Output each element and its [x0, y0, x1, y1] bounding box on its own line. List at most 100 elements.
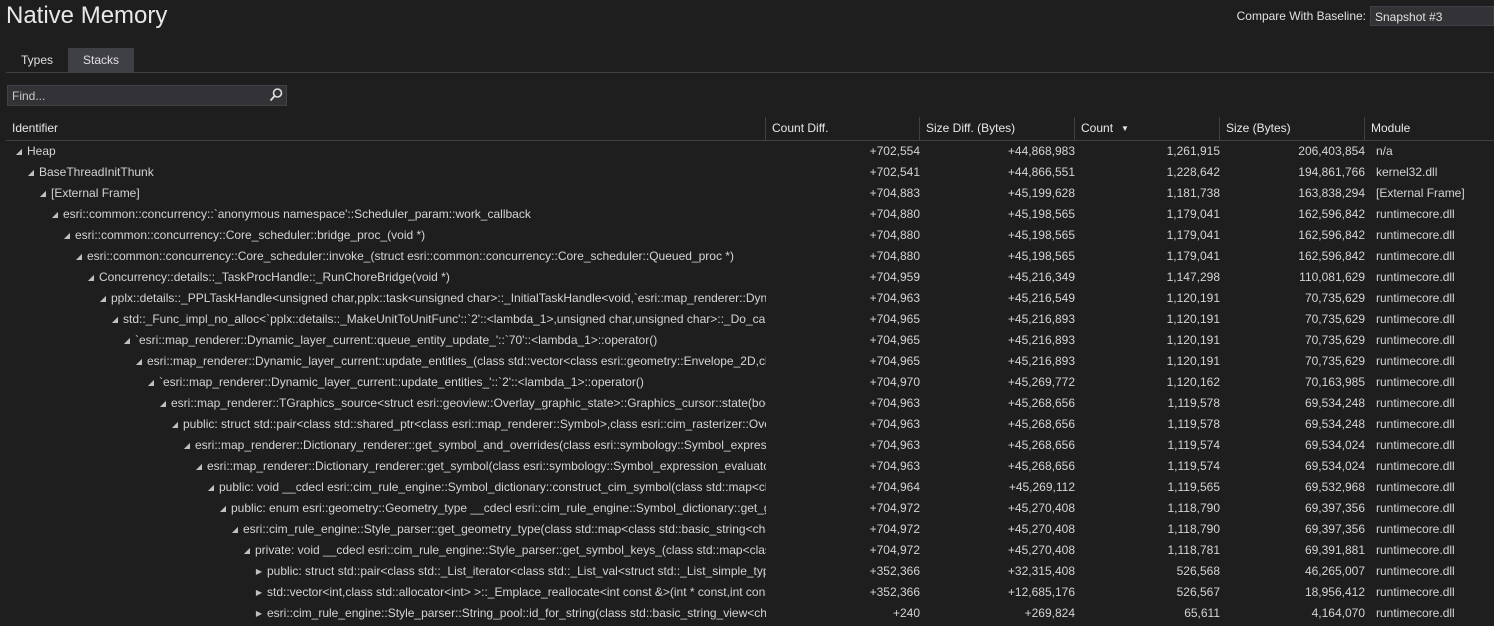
- search-icon[interactable]: [268, 87, 284, 103]
- count-diff-cell: +702,554: [869, 144, 920, 158]
- tab-divider: [6, 72, 1494, 73]
- column-size[interactable]: Size (Bytes): [1220, 117, 1365, 140]
- count-cell: 1,120,191: [1166, 333, 1220, 347]
- column-module[interactable]: Module: [1365, 117, 1494, 140]
- table-row[interactable]: ◢ esri::map_renderer::Dynamic_layer_curre…: [6, 351, 1494, 372]
- identifier-text: private: void __cdecl esri::cim_rule_eng…: [255, 543, 766, 557]
- collapsed-triangle-icon[interactable]: ▶: [253, 603, 265, 624]
- expanded-triangle-icon[interactable]: ◢: [61, 225, 73, 246]
- tab-types[interactable]: Types: [6, 48, 68, 72]
- table-row[interactable]: ▶ std::vector<int,class std::allocator<in…: [6, 582, 1494, 603]
- size-diff-cell: +44,868,983: [1007, 144, 1075, 158]
- count-cell: 65,611: [1184, 606, 1220, 620]
- identifier-text: BaseThreadInitThunk: [39, 165, 154, 179]
- expanded-triangle-icon[interactable]: ◢: [193, 456, 205, 477]
- table-row[interactable]: ◢ public: enum esri::geometry::Geometry_t…: [6, 498, 1494, 519]
- table-row[interactable]: ◢ esri::map_renderer::Dictionary_renderer…: [6, 435, 1494, 456]
- identifier-cell: ◢ esri::map_renderer::TGraphics_source<st…: [6, 393, 766, 414]
- table-row[interactable]: ◢ std::_Func_impl_no_alloc<`pplx::details…: [6, 309, 1494, 330]
- module-cell: runtimecore.dll: [1376, 606, 1455, 620]
- table-row[interactable]: ◢ `esri::map_renderer::Dynamic_layer_curr…: [6, 330, 1494, 351]
- column-identifier[interactable]: Identifier: [6, 117, 766, 140]
- size-cell: 70,735,629: [1304, 312, 1365, 326]
- expanded-triangle-icon[interactable]: ◢: [73, 246, 85, 267]
- table-row[interactable]: ▶ public: struct std::pair<class std::_Li…: [6, 561, 1494, 582]
- table-row[interactable]: ◢ private: void __cdecl esri::cim_rule_en…: [6, 540, 1494, 561]
- expanded-triangle-icon[interactable]: ◢: [169, 414, 181, 435]
- identifier-text: public: enum esri::geometry::Geometry_ty…: [231, 501, 766, 515]
- table-row[interactable]: ◢ Heap +702,554 +44,868,983 1,261,915 206,403…: [6, 141, 1494, 162]
- view-tabs: Types Stacks: [6, 48, 135, 72]
- stacks-tree: ◢ Heap +702,554 +44,868,983 1,261,915 206,403…: [6, 141, 1494, 624]
- module-cell: runtimecore.dll: [1376, 480, 1455, 494]
- size-diff-cell: +45,216,549: [1007, 291, 1075, 305]
- count-diff-cell: +240: [892, 606, 920, 620]
- expanded-triangle-icon[interactable]: ◢: [25, 162, 37, 183]
- count-diff-cell: +702,541: [869, 165, 920, 179]
- expanded-triangle-icon[interactable]: ◢: [37, 183, 49, 204]
- table-row[interactable]: ◢ esri::map_renderer::TGraphics_source<st…: [6, 393, 1494, 414]
- count-diff-cell: +704,883: [869, 186, 920, 200]
- expanded-triangle-icon[interactable]: ◢: [181, 435, 193, 456]
- table-row[interactable]: ◢ `esri::map_renderer::Dynamic_layer_curr…: [6, 372, 1494, 393]
- identifier-text: esri::common::concurrency::Core_schedule…: [87, 249, 734, 263]
- size-cell: 163,838,294: [1298, 186, 1365, 200]
- expanded-triangle-icon[interactable]: ◢: [157, 393, 169, 414]
- module-cell: runtimecore.dll: [1376, 501, 1455, 515]
- expanded-triangle-icon[interactable]: ◢: [49, 204, 61, 225]
- table-row[interactable]: ◢ esri::common::concurrency::Core_schedul…: [6, 225, 1494, 246]
- table-row[interactable]: ◢ BaseThreadInitThunk +702,541 +44,866,551 1…: [6, 162, 1494, 183]
- size-cell: 69,534,248: [1304, 417, 1365, 431]
- table-row[interactable]: ◢ public: struct std::pair<class std::sha…: [6, 414, 1494, 435]
- table-row[interactable]: ◢ pplx::details::_PPLTaskHandle<unsigned …: [6, 288, 1494, 309]
- expanded-triangle-icon[interactable]: ◢: [85, 267, 97, 288]
- expanded-triangle-icon[interactable]: ◢: [145, 372, 157, 393]
- collapsed-triangle-icon[interactable]: ▶: [253, 561, 265, 582]
- size-cell: 110,081,629: [1299, 270, 1365, 284]
- identifier-text: `esri::map_renderer::Dynamic_layer_curre…: [159, 375, 644, 389]
- tab-stacks[interactable]: Stacks: [68, 48, 135, 72]
- identifier-cell: ◢ private: void __cdecl esri::cim_rule_en…: [6, 540, 766, 561]
- size-diff-cell: +45,216,893: [1007, 312, 1075, 326]
- count-diff-cell: +704,880: [869, 207, 920, 221]
- count-cell: 1,179,041: [1166, 207, 1220, 221]
- expanded-triangle-icon[interactable]: ◢: [109, 309, 121, 330]
- find-input[interactable]: [8, 86, 270, 105]
- size-cell: 70,735,629: [1304, 333, 1365, 347]
- module-cell: runtimecore.dll: [1376, 354, 1455, 368]
- expanded-triangle-icon[interactable]: ◢: [13, 141, 25, 162]
- size-cell: 70,163,985: [1304, 375, 1365, 389]
- table-row[interactable]: ◢ public: void __cdecl esri::cim_rule_eng…: [6, 477, 1494, 498]
- column-size-diff[interactable]: Size Diff. (Bytes): [920, 117, 1075, 140]
- expanded-triangle-icon[interactable]: ◢: [205, 477, 217, 498]
- count-diff-cell: +704,972: [869, 501, 920, 515]
- collapsed-triangle-icon[interactable]: ▶: [253, 582, 265, 603]
- table-row[interactable]: ▶ esri::cim_rule_engine::Style_parser::St…: [6, 603, 1494, 624]
- expanded-triangle-icon[interactable]: ◢: [217, 498, 229, 519]
- size-diff-cell: +45,268,656: [1007, 417, 1075, 431]
- count-diff-cell: +704,963: [869, 438, 920, 452]
- size-diff-cell: +45,270,408: [1007, 543, 1075, 557]
- expanded-triangle-icon[interactable]: ◢: [133, 351, 145, 372]
- identifier-text: [External Frame]: [51, 186, 140, 200]
- compare-baseline-dropdown[interactable]: Snapshot #3: [1370, 6, 1494, 26]
- identifier-text: esri::cim_rule_engine::Style_parser::get…: [243, 522, 766, 536]
- table-row[interactable]: ◢ Concurrency::details::_TaskProcHandle::…: [6, 267, 1494, 288]
- table-row[interactable]: ◢ esri::cim_rule_engine::Style_parser::ge…: [6, 519, 1494, 540]
- count-cell: 1,179,041: [1166, 228, 1220, 242]
- identifier-cell: ◢ esri::common::concurrency::`anonymous n…: [6, 204, 766, 225]
- identifier-cell: ◢ [External Frame]: [6, 183, 766, 204]
- table-row[interactable]: ◢ [External Frame] +704,883 +45,199,628 1,18…: [6, 183, 1494, 204]
- count-cell: 1,119,574: [1167, 438, 1221, 452]
- expanded-triangle-icon[interactable]: ◢: [97, 288, 109, 309]
- table-row[interactable]: ◢ esri::common::concurrency::Core_schedul…: [6, 246, 1494, 267]
- column-count-diff[interactable]: Count Diff.: [766, 117, 920, 140]
- expanded-triangle-icon[interactable]: ◢: [241, 540, 253, 561]
- column-count[interactable]: Count ▼: [1075, 117, 1220, 140]
- expanded-triangle-icon[interactable]: ◢: [121, 330, 133, 351]
- column-size-diff-label: Size Diff. (Bytes): [926, 121, 1016, 135]
- table-row[interactable]: ◢ esri::map_renderer::Dictionary_renderer…: [6, 456, 1494, 477]
- expanded-triangle-icon[interactable]: ◢: [229, 519, 241, 540]
- table-row[interactable]: ◢ esri::common::concurrency::`anonymous n…: [6, 204, 1494, 225]
- count-cell: 526,568: [1176, 564, 1220, 578]
